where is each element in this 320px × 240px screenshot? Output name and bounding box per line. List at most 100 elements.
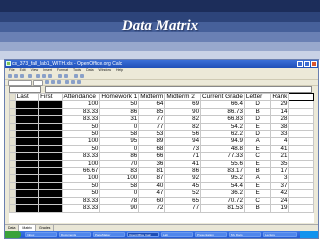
table-cell[interactable]: 31 <box>99 115 140 124</box>
table-cell[interactable]: 41 <box>270 144 290 154</box>
table-cell[interactable]: 77 <box>164 204 202 213</box>
table-cell[interactable] <box>38 107 63 117</box>
column-header-rank[interactable]: Rank <box>270 93 290 102</box>
table-cell[interactable]: 64 <box>138 100 166 109</box>
table-cell[interactable]: 65 <box>164 196 202 206</box>
table-cell[interactable]: 3 <box>270 174 290 183</box>
table-cell[interactable] <box>288 152 314 161</box>
paste-icon[interactable] <box>48 74 52 78</box>
table-cell[interactable]: 54.2 <box>200 122 245 132</box>
table-cell[interactable]: 55.6 <box>200 159 245 169</box>
table-cell[interactable]: B <box>243 107 272 117</box>
table-cell[interactable]: 86 <box>164 167 202 176</box>
table-cell[interactable] <box>38 204 63 213</box>
column-header-midterm-2[interactable]: Midterm 2 <box>164 93 202 102</box>
table-cell[interactable]: 38 <box>270 122 290 132</box>
table-cell[interactable]: 77 <box>138 122 166 132</box>
name-box[interactable] <box>9 86 41 93</box>
redo-icon[interactable] <box>64 74 68 78</box>
table-cell[interactable]: 66.83 <box>200 115 245 124</box>
table-cell[interactable] <box>38 159 63 169</box>
menu-file[interactable]: File <box>9 68 15 72</box>
menu-view[interactable]: View <box>31 68 39 72</box>
table-cell[interactable]: 78 <box>99 196 140 206</box>
taskbar-button[interactable]: Lab <box>161 232 193 237</box>
table-cell[interactable] <box>14 107 40 117</box>
table-cell[interactable]: 77 <box>138 115 166 124</box>
table-cell[interactable]: 89 <box>138 137 166 146</box>
table-cell[interactable] <box>14 100 40 109</box>
chart-icon[interactable] <box>80 74 84 78</box>
table-cell[interactable] <box>14 152 40 161</box>
table-cell[interactable]: 82 <box>164 122 202 132</box>
table-cell[interactable]: 50 <box>61 181 101 191</box>
table-cell[interactable]: 36 <box>138 159 166 169</box>
table-cell[interactable] <box>38 137 63 146</box>
table-cell[interactable] <box>38 130 63 139</box>
column-header-letter[interactable]: Letter <box>243 93 272 102</box>
cut-icon[interactable] <box>36 74 40 78</box>
table-cell[interactable] <box>14 144 40 154</box>
table-cell[interactable]: 36.2 <box>200 189 245 198</box>
align-left-icon[interactable] <box>65 80 69 84</box>
table-cell[interactable] <box>288 159 314 169</box>
table-cell[interactable] <box>14 115 40 124</box>
taskbar-button[interactable]: OpenOffice Calc <box>127 232 159 237</box>
table-cell[interactable]: 17 <box>270 167 290 176</box>
table-cell[interactable] <box>38 181 63 191</box>
align-right-icon[interactable] <box>77 80 81 84</box>
table-cell[interactable]: 82 <box>164 115 202 124</box>
table-cell[interactable]: E <box>243 144 272 154</box>
table-cell[interactable]: 95.2 <box>200 174 245 183</box>
table-cell[interactable]: E <box>243 189 272 198</box>
table-cell[interactable] <box>14 159 40 169</box>
table-cell[interactable]: 83.17 <box>200 167 245 176</box>
table-cell[interactable]: 83.33 <box>61 107 101 117</box>
menu-edit[interactable]: Edit <box>20 68 26 72</box>
table-cell[interactable]: 81.53 <box>200 204 245 213</box>
table-cell[interactable] <box>288 167 314 176</box>
table-cell[interactable]: D <box>243 115 272 124</box>
table-cell[interactable] <box>288 144 314 154</box>
table-cell[interactable]: D <box>243 100 272 109</box>
table-cell[interactable]: 48.8 <box>200 144 245 154</box>
table-cell[interactable]: 52 <box>164 189 202 198</box>
table-cell[interactable]: 58 <box>99 130 140 139</box>
column-header-last[interactable]: Last <box>14 93 40 102</box>
table-cell[interactable]: E <box>243 122 272 132</box>
table-cell[interactable]: 50 <box>99 100 140 109</box>
table-cell[interactable] <box>288 189 314 198</box>
table-cell[interactable]: 83 <box>99 167 140 176</box>
table-cell[interactable]: 87 <box>138 174 166 183</box>
table-cell[interactable]: 70.72 <box>200 196 245 206</box>
table-cell[interactable]: 0 <box>99 144 140 154</box>
table-cell[interactable] <box>288 130 314 139</box>
column-header-attendance[interactable]: Attendance <box>61 93 101 102</box>
table-cell[interactable]: 0 <box>99 122 140 132</box>
menu-help[interactable]: Help <box>116 68 123 72</box>
table-cell[interactable] <box>38 100 63 109</box>
table-cell[interactable]: 62.2 <box>200 130 245 139</box>
table-cell[interactable] <box>38 189 63 198</box>
table-cell[interactable] <box>288 100 314 109</box>
table-cell[interactable]: 58 <box>99 181 140 191</box>
table-cell[interactable] <box>14 181 40 191</box>
table-cell[interactable]: D <box>243 130 272 139</box>
table-cell[interactable]: A <box>243 174 272 183</box>
table-cell[interactable] <box>38 174 63 183</box>
table-cell[interactable]: 94.9 <box>200 137 245 146</box>
table-cell[interactable] <box>14 196 40 206</box>
close-icon[interactable] <box>311 61 317 67</box>
undo-icon[interactable] <box>58 74 62 78</box>
table-cell[interactable]: 50 <box>61 130 101 139</box>
table-cell[interactable] <box>14 137 40 146</box>
table-cell[interactable]: 85 <box>138 107 166 117</box>
copy-icon[interactable] <box>42 74 46 78</box>
underline-icon[interactable] <box>57 80 61 84</box>
table-cell[interactable]: B <box>243 204 272 213</box>
table-cell[interactable] <box>38 152 63 161</box>
table-cell[interactable]: 83.33 <box>61 196 101 206</box>
table-cell[interactable]: 33 <box>270 130 290 139</box>
table-cell[interactable] <box>288 115 314 124</box>
table-cell[interactable]: 77.33 <box>200 152 245 161</box>
